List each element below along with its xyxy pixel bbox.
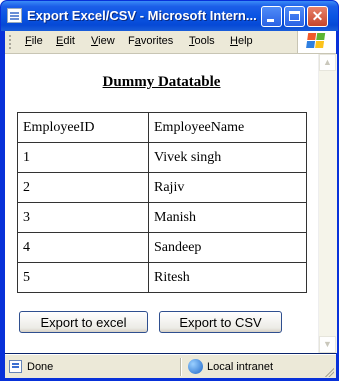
flag-yellow [315,41,325,48]
menu-bar: File Edit View Favorites Tools Help [5,31,336,54]
minimize-button[interactable] [261,6,282,27]
column-header: EmployeeName [148,112,307,143]
menu-tools-label: ools [194,35,215,47]
table-cell: 3 [17,202,149,233]
resize-grip-icon[interactable] [324,367,334,377]
export-excel-button[interactable]: Export to excel [19,311,148,333]
employee-table: EmployeeID EmployeeName 1 Vivek singh 2 … [17,112,307,293]
minimize-icon [267,19,274,22]
menu-help-label: elp [237,35,253,47]
table-header-row: EmployeeID EmployeeName [17,112,307,143]
title-bar[interactable]: Export Excel/CSV - Microsoft Intern... ✕ [1,1,338,31]
menu-file[interactable]: File [25,35,43,47]
page-content: Dummy Datatable EmployeeID EmployeeName … [5,54,318,353]
column-header: EmployeeID [17,112,149,143]
menu-help[interactable]: Help [230,35,253,47]
close-button[interactable]: ✕ [307,6,328,27]
menu-tools[interactable]: Tools [189,35,215,47]
scroll-down-button[interactable]: ▼ [319,336,336,353]
menu-view[interactable]: View [91,35,115,47]
table-cell: 4 [17,232,149,263]
table-row: 4 Sandeep [17,232,307,263]
status-divider [180,358,182,376]
menu-edit[interactable]: Edit [56,35,75,47]
table-row: 2 Rajiv [17,172,307,203]
flag-green [316,33,326,40]
scroll-down-icon: ▼ [323,339,332,349]
menu-file-mnemonic: F [25,35,32,47]
scroll-up-icon: ▲ [323,57,332,67]
table-row: 1 Vivek singh [17,142,307,173]
window-title: Export Excel/CSV - Microsoft Intern... [27,8,257,23]
menu-favorites[interactable]: Favorites [128,35,173,47]
flag-blue [306,41,316,48]
windows-logo-icon [297,31,336,53]
table-cell: Vivek singh [148,142,307,173]
close-icon: ✕ [311,8,324,24]
table-cell: 1 [17,142,149,173]
ie-page-icon [7,8,22,23]
menu-favorites-label: vorites [140,35,174,47]
table-cell: Ritesh [148,262,307,293]
export-csv-button[interactable]: Export to CSV [159,311,282,333]
menu-favorites-prefix: F [128,35,135,47]
globe-icon [188,359,203,374]
toolbar-grip-icon[interactable] [9,35,14,49]
security-zone-label: Local intranet [207,361,274,373]
table-cell: 5 [17,262,149,293]
table-cell: Sandeep [148,232,307,263]
table-cell: Rajiv [148,172,307,203]
menu-view-label: iew [98,35,115,47]
menu-file-label: ile [31,35,43,47]
windows-flag [306,33,326,50]
page-heading: Dummy Datatable [102,74,221,90]
status-text: Done [27,361,54,373]
table-cell: 2 [17,172,149,203]
vertical-scrollbar[interactable]: ▲ ▼ [318,54,337,353]
table-row: 5 Ritesh [17,262,307,293]
menu-edit-label: dit [63,35,75,47]
scroll-up-button[interactable]: ▲ [319,54,336,71]
maximize-button[interactable] [284,6,305,27]
status-bar: Done Local intranet [5,354,336,379]
table-cell: Manish [148,202,307,233]
page-status-icon [9,360,22,373]
maximize-icon [289,11,300,21]
browser-window: Export Excel/CSV - Microsoft Intern... ✕… [0,0,339,381]
menu-help-mnemonic: H [230,35,238,47]
flag-red [307,33,317,40]
table-row: 3 Manish [17,202,307,233]
